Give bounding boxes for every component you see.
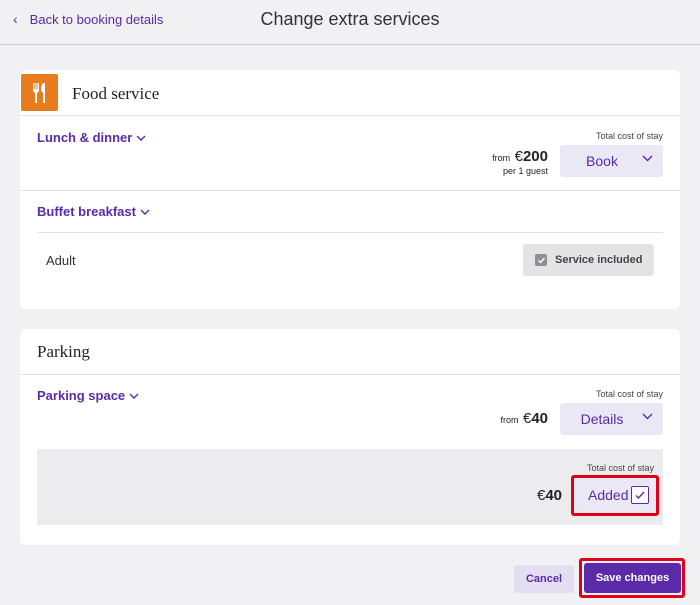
save-changes-button[interactable]: Save changes	[584, 563, 681, 593]
added-total-label: Total cost of stay	[586, 463, 654, 473]
lunch-price-amount: 200	[522, 148, 548, 165]
parking-space-toggle[interactable]: Parking space	[37, 388, 139, 403]
parking-added-panel	[37, 449, 663, 525]
food-service-title: Food service	[72, 84, 160, 103]
service-included-label: Service included	[555, 254, 643, 266]
chevron-down-icon	[129, 393, 139, 399]
food-divider	[20, 190, 680, 191]
guest-type-adult: Adult	[46, 253, 76, 268]
parking-header: Parking	[20, 329, 680, 375]
lunch-total-label: Total cost of stay	[595, 131, 663, 141]
checkmark-icon	[631, 486, 649, 504]
cancel-button[interactable]: Cancel	[514, 565, 574, 593]
header-bar: ‹ Back to booking details Change extra s…	[0, 0, 700, 45]
chevron-down-icon	[140, 209, 150, 215]
chevron-down-icon	[136, 135, 146, 141]
checkmark-icon	[535, 254, 547, 266]
parking-space-label: Parking space	[37, 388, 126, 403]
added-price: €40	[480, 487, 562, 505]
buffet-breakfast-label: Buffet breakfast	[37, 204, 136, 219]
added-price-amount: 40	[545, 487, 562, 504]
fork-knife-icon	[21, 74, 58, 111]
parking-price-from: from	[500, 415, 519, 425]
parking-details-button[interactable]: Details	[560, 403, 663, 435]
added-button-label: Added	[588, 487, 629, 503]
lunch-dinner-toggle[interactable]: Lunch & dinner	[37, 130, 146, 145]
parking-price: from €40	[440, 410, 548, 428]
breakfast-divider	[37, 232, 663, 233]
service-included-badge: Service included	[523, 244, 654, 276]
parking-total-label: Total cost of stay	[595, 389, 663, 399]
lunch-price-from: from	[492, 153, 511, 163]
chevron-down-icon	[642, 155, 653, 162]
food-service-header: Food service	[20, 70, 680, 116]
chevron-down-icon	[642, 413, 653, 420]
lunch-price: from €200 per 1 guest	[440, 148, 548, 176]
parking-card: Parking Parking space Total cost of stay…	[20, 329, 680, 545]
lunch-book-button[interactable]: Book	[560, 145, 663, 177]
lunch-dinner-label: Lunch & dinner	[37, 130, 133, 145]
parking-price-amount: 40	[531, 410, 548, 427]
parking-title: Parking	[37, 342, 90, 361]
page-title: Change extra services	[260, 9, 440, 29]
book-button-label: Book	[586, 153, 618, 169]
lunch-price-currency: €	[514, 148, 523, 165]
buffet-breakfast-toggle[interactable]: Buffet breakfast	[37, 204, 150, 219]
details-button-label: Details	[580, 411, 624, 427]
lunch-price-per: per 1 guest	[502, 166, 548, 176]
parking-added-button[interactable]: Added	[575, 479, 655, 511]
food-service-card: Food service Lunch & dinner Total cost o…	[20, 70, 680, 309]
